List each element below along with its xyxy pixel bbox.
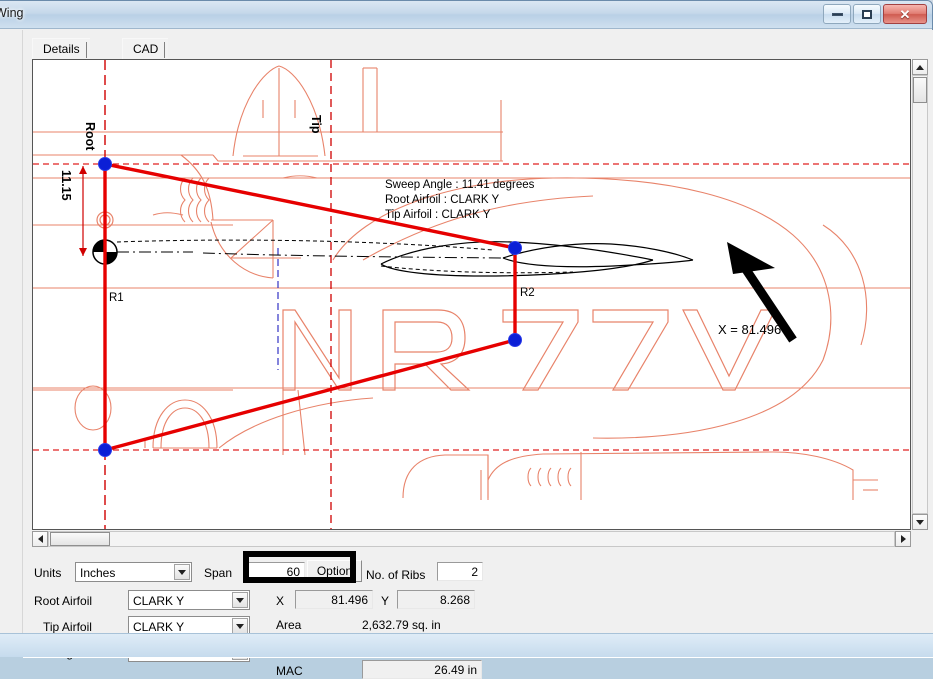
label-tip: Tip	[309, 115, 323, 134]
label-rib-1: R1	[109, 292, 124, 304]
airfoil-chord-lines	[117, 240, 503, 258]
area-label: Area	[276, 618, 301, 632]
window-client-area: Details CAD	[22, 30, 933, 656]
chevron-down-icon[interactable]	[174, 564, 190, 580]
label-rib-2: R2	[520, 287, 535, 299]
scroll-up-button[interactable]	[912, 59, 928, 75]
scroll-left-button[interactable]	[32, 531, 48, 547]
tip-airfoil-value: CLARK Y	[133, 620, 184, 634]
label-x-callout: X = 81.496	[718, 322, 781, 337]
area-value: 2,632.79 sq. in	[362, 618, 441, 632]
window-controls: ✕	[823, 4, 927, 24]
span-input[interactable]: 60	[245, 562, 305, 581]
chevron-down-icon	[916, 520, 924, 525]
tip-airfoil-label: Tip Airfoil	[43, 620, 92, 634]
tab-details[interactable]: Details	[32, 38, 90, 60]
root-airfoil-select[interactable]: CLARK Y	[128, 590, 250, 610]
airfoil-section	[381, 242, 693, 276]
horizontal-scroll-thumb[interactable]	[50, 532, 110, 546]
scroll-down-button[interactable]	[912, 514, 928, 530]
tab-cad[interactable]: CAD	[122, 38, 168, 60]
x-input[interactable]: 81.496	[295, 590, 373, 609]
canvas-horizontal-scrollbar[interactable]	[32, 531, 911, 547]
chevron-up-icon	[916, 65, 924, 70]
annotation-root-airfoil: Root Airfoil : CLARK Y	[385, 194, 499, 206]
canvas-vertical-scrollbar[interactable]	[912, 59, 928, 530]
close-button[interactable]: ✕	[883, 4, 927, 24]
minimize-button[interactable]	[823, 4, 851, 24]
option-button[interactable]: Option	[307, 560, 362, 582]
callout-arrowhead	[727, 242, 775, 274]
dimension-arrow	[79, 166, 87, 256]
status-strip	[0, 633, 933, 657]
tab-strip: Details CAD	[32, 36, 925, 60]
x-label: X	[276, 594, 284, 608]
root-airfoil-label: Root Airfoil	[34, 594, 92, 608]
scroll-right-button[interactable]	[895, 531, 911, 547]
desktop-background: Wing ✕ Details CAD	[0, 0, 933, 656]
maximize-icon	[862, 10, 872, 19]
mac-label: MAC	[276, 664, 303, 678]
minimize-icon	[832, 13, 843, 16]
cad-drawing	[33, 60, 910, 529]
cad-canvas-frame[interactable]: Sweep Angle : 11.41 degrees Root Airfoil…	[32, 59, 911, 530]
horizontal-scroll-track[interactable]	[48, 531, 895, 547]
chevron-left-icon	[38, 535, 43, 543]
span-label: Span	[204, 566, 232, 580]
reference-lines	[33, 164, 910, 450]
maximize-button[interactable]	[853, 4, 881, 24]
chevron-down-icon[interactable]	[232, 592, 248, 608]
chevron-right-icon	[901, 535, 906, 543]
wing-window: Wing ✕ Details CAD	[0, 0, 933, 656]
cad-canvas[interactable]: Sweep Angle : 11.41 degrees Root Airfoil…	[33, 60, 910, 529]
annotation-tip-airfoil: Tip Airfoil : CLARK Y	[385, 209, 490, 221]
close-icon: ✕	[900, 8, 911, 21]
y-label: Y	[381, 594, 389, 608]
label-dimension: 11.15	[59, 170, 73, 201]
root-airfoil-value: CLARK Y	[133, 594, 184, 608]
units-value: Inches	[80, 566, 115, 580]
annotation-sweep-angle: Sweep Angle : 11.41 degrees	[385, 179, 534, 191]
window-title: Wing	[0, 6, 23, 20]
mac-value: 26.49 in	[362, 660, 482, 679]
label-root: Root	[83, 122, 97, 150]
chevron-down-icon[interactable]	[232, 618, 248, 634]
units-select[interactable]: Inches	[75, 562, 192, 582]
y-input[interactable]: 8.268	[397, 590, 475, 609]
vertical-scroll-thumb[interactable]	[913, 77, 927, 103]
ribs-label: No. of Ribs	[366, 568, 425, 582]
vertical-scroll-track[interactable]	[912, 75, 928, 514]
tab-details-label: Details	[43, 42, 80, 56]
tab-cad-label: CAD	[133, 42, 158, 56]
units-label: Units	[34, 566, 61, 580]
ribs-input[interactable]: 2	[437, 562, 483, 581]
title-bar[interactable]: Wing ✕	[0, 1, 932, 29]
